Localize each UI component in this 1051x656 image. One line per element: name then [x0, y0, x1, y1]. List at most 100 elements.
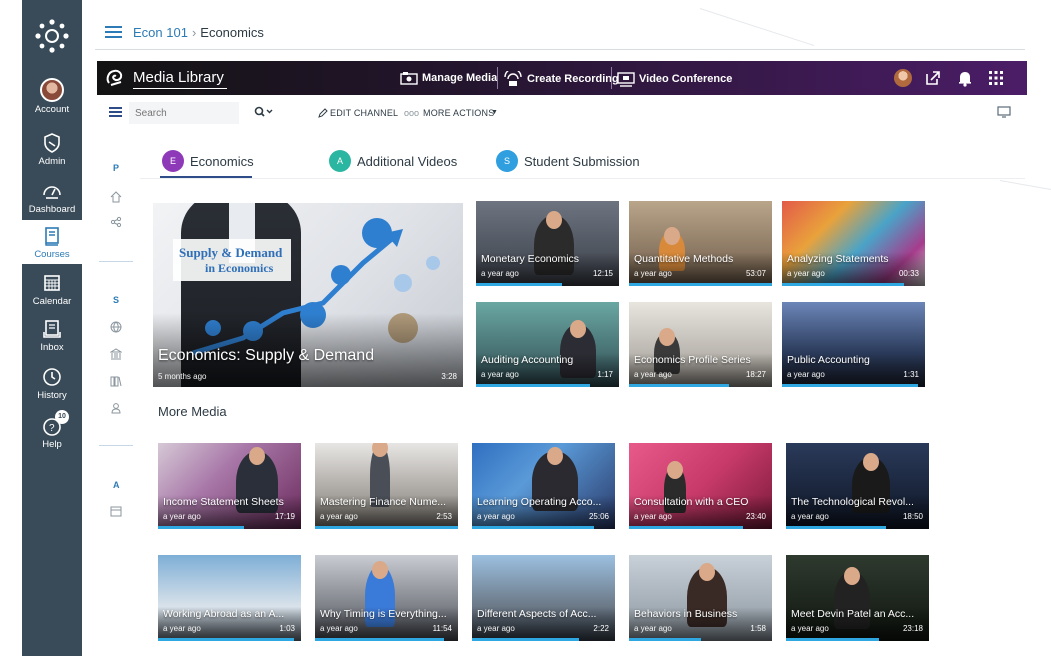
more-media-video-tile[interactable]: Mastering Finance Nume... a year ago 2:53 [315, 443, 458, 529]
video-progress-bar [158, 638, 294, 641]
video-duration: 2:53 [436, 512, 452, 521]
channel-video-tile[interactable]: Economics Profile Series a year ago 18:27 [629, 302, 772, 387]
thumbnail-face [699, 563, 715, 581]
video-duration: 23:18 [902, 624, 923, 633]
thumbnail-face [844, 567, 860, 585]
video-progress-bar [315, 638, 444, 641]
more-media-video-tile[interactable]: Working Abroad as an A... a year ago 1:03 [158, 555, 301, 641]
bg-decoration-line [999, 180, 1051, 192]
featured-video-tile[interactable]: Supply & Demand in Economics Economics: … [153, 203, 463, 387]
topbar-divider [95, 49, 1025, 50]
app-grid-icon[interactable] [987, 69, 1005, 87]
channel-video-tile[interactable]: Analyzing Statements a year ago 00:33 [782, 201, 925, 286]
create-recording-button[interactable]: Create Recording [503, 71, 619, 87]
featured-overlay-line1: Supply & Demand [179, 245, 283, 260]
video-title: Learning Operating Acco... [477, 496, 602, 508]
monitor-icon[interactable] [997, 106, 1011, 118]
breadcrumb-course-link[interactable]: Econ 101 [133, 25, 188, 40]
video-title: Monetary Economics [481, 253, 580, 265]
more-media-video-tile[interactable]: Meet Devin Patel an Acc... a year ago 23:1… [786, 555, 929, 641]
video-title: Income Statement Sheets [163, 496, 284, 508]
tab-additional-videos-label: Additional Videos [357, 153, 458, 169]
tab-student-submission-label: Student Submission [524, 153, 640, 169]
media-library-header: Media Library Manage Media Create Record… [97, 61, 1027, 95]
more-actions-button[interactable]: MORE ACTIONS [423, 108, 494, 118]
more-media-video-tile[interactable]: Behaviors in Business a year ago 1:58 [629, 555, 772, 641]
video-title: Analyzing Statements [787, 253, 889, 265]
archive-icon[interactable] [110, 505, 122, 517]
more-media-heading: More Media [158, 404, 227, 419]
dashboard-icon [43, 186, 61, 199]
video-progress-bar [629, 283, 772, 286]
featured-meta: 5 months ago [158, 372, 207, 381]
global-nav: Account Admin Dashboard Courses Calendar… [22, 0, 82, 656]
user-avatar[interactable] [894, 69, 912, 87]
media-library-title[interactable]: Media Library [133, 69, 224, 86]
manage-media-button[interactable]: Manage Media [400, 71, 497, 85]
tab-economics-label: Economics [190, 153, 254, 169]
video-meta: a year ago [163, 624, 201, 633]
search-icon[interactable] [254, 106, 274, 118]
channel-video-tile[interactable]: Public Accounting a year ago 1:31 [782, 302, 925, 387]
more-media-video-tile[interactable]: Consultation with a CEO a year ago 23:40 [629, 443, 772, 529]
clock-icon [43, 368, 61, 386]
video-progress-bar [629, 638, 701, 641]
rail-divider [99, 261, 133, 262]
video-progress-bar [629, 384, 730, 387]
more-media-video-tile[interactable]: Different Aspects of Acc... a year ago 2:2… [472, 555, 615, 641]
edit-channel-button[interactable]: EDIT CHANNEL [330, 108, 398, 118]
tab-student-submission[interactable]: S Student Submission [496, 148, 640, 174]
users-icon[interactable] [110, 402, 122, 414]
video-meta: a year ago [320, 624, 358, 633]
share-icon[interactable] [110, 216, 122, 228]
external-link-icon[interactable] [924, 69, 942, 87]
nav-courses[interactable]: Courses [22, 220, 82, 264]
rail-section-p: P [113, 163, 120, 173]
nav-courses-label: Courses [34, 249, 70, 260]
video-meta: a year ago [481, 269, 519, 278]
nav-account-label: Account [34, 104, 70, 115]
video-progress-bar [472, 526, 594, 529]
library-icon[interactable] [110, 375, 122, 387]
app-root: Account Admin Dashboard Courses Calendar… [0, 0, 1051, 656]
nav-account[interactable]: Account [22, 76, 82, 118]
more-media-video-tile[interactable]: Why Timing is Everything... a year ago 11:… [315, 555, 458, 641]
more-media-video-tile[interactable]: Income Statement Sheets a year ago 17:19 [158, 443, 301, 529]
channel-video-tile[interactable]: Monetary Economics a year ago 12:15 [476, 201, 619, 286]
video-duration: 1:17 [597, 370, 613, 379]
video-conference-button[interactable]: Video Conference [617, 71, 732, 87]
video-progress-bar [476, 283, 562, 286]
channel-menu-icon[interactable] [109, 107, 122, 117]
search-input[interactable] [129, 102, 239, 124]
video-meta: a year ago [320, 512, 358, 521]
shield-icon [44, 133, 60, 153]
nav-calendar[interactable]: Calendar [22, 270, 82, 310]
institution-icon[interactable] [110, 348, 122, 360]
video-meta: a year ago [634, 370, 672, 379]
nav-admin[interactable]: Admin [22, 128, 82, 168]
nav-help[interactable]: ? 10 Help [22, 410, 82, 453]
course-menu-toggle[interactable] [105, 26, 122, 39]
tab-additional-videos[interactable]: A Additional Videos [329, 148, 457, 174]
channel-video-tile[interactable]: Quantitative Methods a year ago 53:07 [629, 201, 772, 286]
nav-dashboard[interactable]: Dashboard [22, 176, 82, 216]
tab-economics[interactable]: E Economics [162, 148, 254, 174]
more-media-video-tile[interactable]: Learning Operating Acco... a year ago 25:0… [472, 443, 615, 529]
globe-icon[interactable] [110, 321, 122, 333]
more-media-video-tile[interactable]: The Technological Revol... a year ago 18:5… [786, 443, 929, 529]
nav-history[interactable]: History [22, 364, 82, 404]
video-duration: 2:22 [593, 624, 609, 633]
video-meta: a year ago [787, 370, 825, 379]
video-progress-bar [782, 384, 918, 387]
channel-video-tile[interactable]: Auditing Accounting a year ago 1:17 [476, 302, 619, 387]
video-duration: 00:33 [898, 269, 919, 278]
nav-inbox[interactable]: Inbox [22, 316, 82, 356]
home-icon[interactable] [110, 191, 122, 203]
video-progress-bar [786, 638, 879, 641]
thumbnail-face [546, 211, 562, 229]
video-conference-label: Video Conference [639, 73, 733, 85]
video-title: The Technological Revol... [791, 496, 914, 508]
canvas-logo-icon[interactable] [34, 18, 70, 54]
bell-icon[interactable] [956, 69, 974, 87]
video-meta: a year ago [477, 624, 515, 633]
